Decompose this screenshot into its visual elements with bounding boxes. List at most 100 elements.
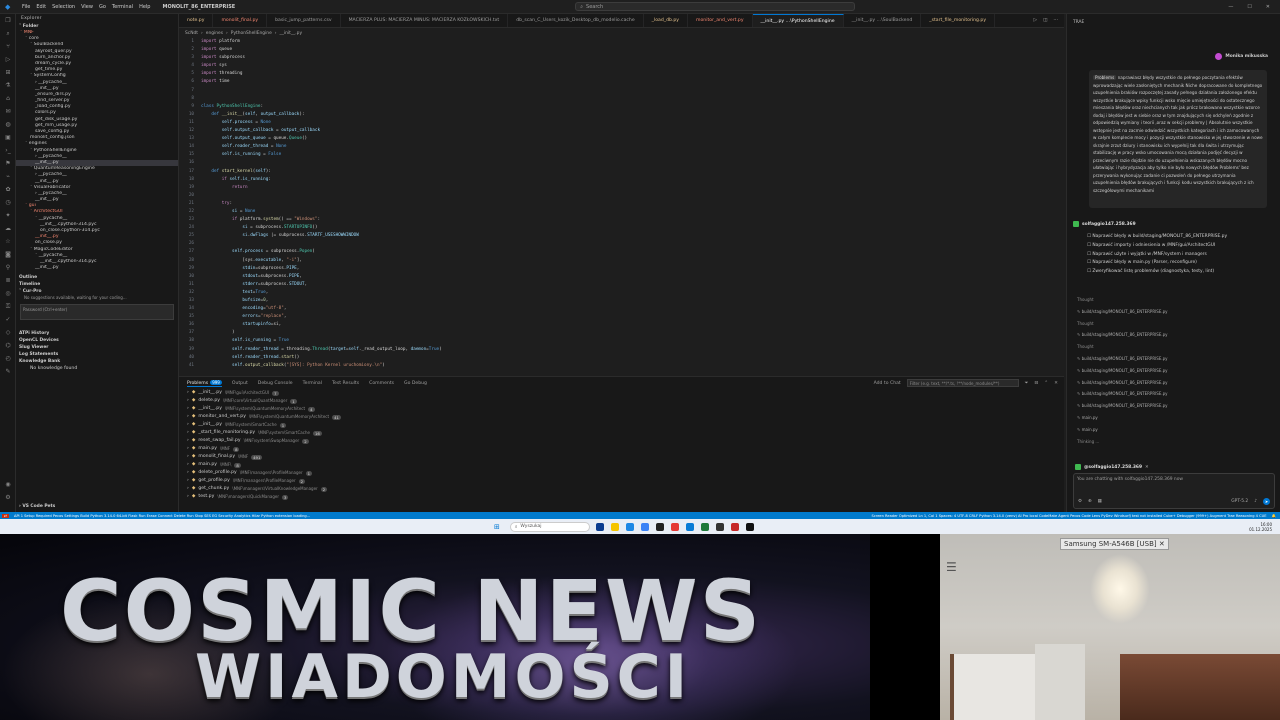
- agent-step[interactable]: Thinking …: [1073, 436, 1273, 448]
- settings-icon[interactable]: ⚙: [1078, 499, 1082, 504]
- windows-start-icon[interactable]: ⊞: [494, 523, 500, 531]
- globe-icon[interactable]: ◎: [0, 287, 16, 300]
- model-selector[interactable]: GPT-5.2: [1231, 499, 1248, 504]
- filter-icon[interactable]: ⏷: [1025, 380, 1029, 386]
- status-left[interactable]: ΔPi 1 Setup Required Pecos Settings Buil…: [14, 514, 310, 518]
- editor-tab[interactable]: db_scan_C_Users_kozik_Desktop_db_modelio…: [508, 14, 644, 27]
- menu-icon[interactable]: ☰: [946, 560, 957, 574]
- notifications-icon[interactable]: 🔔: [1272, 514, 1276, 518]
- check-icon[interactable]: ✓: [0, 313, 16, 326]
- code-editor[interactable]: 1 import platform 2 import queue 3 import sub…: [179, 38, 1064, 372]
- editor-tab[interactable]: _start_file_monitoring.py: [921, 14, 996, 27]
- remove-mention-icon[interactable]: ✕: [1145, 465, 1149, 470]
- recorder-icon[interactable]: [730, 522, 739, 531]
- breadcrumb-item[interactable]: ScNdt: [185, 31, 198, 36]
- agent-step[interactable]: ✎ build/staging/MONOLIT_86_ENTERPRISE.py: [1073, 365, 1273, 377]
- breadcrumb-item[interactable]: engines: [206, 31, 223, 36]
- problems-row[interactable]: › ◆ monolit_final.py \MNF 491: [179, 453, 1064, 461]
- folder-section-header[interactable]: ˅ Folder: [16, 23, 178, 30]
- agent-step[interactable]: ✎ build/staging/MONOLIT_86_ENTERPRISE.py: [1073, 388, 1273, 400]
- search-view-icon[interactable]: ⌕: [0, 27, 16, 40]
- problems-row[interactable]: › ◆ __init__.py \MNF\gui\ArchitectGUI 7: [179, 389, 1064, 397]
- agent-step[interactable]: ✎ build/staging/MONOLIT_86_ENTERPRISE.py: [1073, 306, 1273, 318]
- excel-icon[interactable]: [700, 522, 709, 531]
- agent-step[interactable]: ✎ build/staging/MONOLIT_86_ENTERPRISE.py: [1073, 400, 1273, 412]
- section-item[interactable]: Log Statements: [16, 351, 178, 358]
- problems-row[interactable]: › ◆ __init__.py \MNF\system\QuantumMemoryAr…: [179, 405, 1064, 413]
- vscode-app-icon[interactable]: [685, 522, 694, 531]
- docker-icon[interactable]: ▣: [0, 131, 16, 144]
- panel-tab-comments[interactable]: Comments: [369, 381, 394, 386]
- close-icon[interactable]: ✕: [1266, 4, 1270, 10]
- section-item[interactable]: ATPi History: [16, 330, 178, 337]
- editor-tab[interactable]: _load_db.py: [644, 14, 688, 27]
- agent-step[interactable]: Thought: [1073, 341, 1273, 353]
- camera-close-icon[interactable]: ✕: [1159, 540, 1165, 548]
- panel-tab-go-debug[interactable]: Go Debug: [404, 381, 427, 386]
- agent-step[interactable]: ✎ main.py: [1073, 412, 1273, 424]
- panel-tab-problems[interactable]: Problems 999: [187, 379, 222, 387]
- problems-row[interactable]: › ◆ get_chunk.py \MNF\managers\VirtualKnowl…: [179, 485, 1064, 493]
- chat-icon[interactable]: ✉: [0, 105, 16, 118]
- layers-icon[interactable]: ≣: [0, 274, 16, 287]
- problems-row[interactable]: › ◆ test.py \MNF\managers\QuickManager 3: [179, 493, 1064, 501]
- puzzle-icon[interactable]: ✦: [0, 209, 16, 222]
- menu-item-go[interactable]: Go: [99, 4, 106, 10]
- bookmark-icon[interactable]: ⚑: [0, 157, 16, 170]
- plug-icon[interactable]: ⌬: [0, 339, 16, 352]
- add-to-chat-button[interactable]: Add to Chat: [874, 381, 901, 386]
- minimize-icon[interactable]: —: [1228, 4, 1233, 10]
- attach-icon[interactable]: ⊕: [1088, 499, 1092, 504]
- editor-tab[interactable]: basic_jump_patterns.csv: [267, 14, 341, 27]
- message-context-pill[interactable]: Problems: [1093, 75, 1117, 80]
- menu-item-view[interactable]: View: [81, 4, 93, 10]
- problems-row[interactable]: › ◆ main.py \MNF\ 8: [179, 461, 1064, 469]
- brave-icon[interactable]: [670, 522, 679, 531]
- problems-row[interactable]: › ◆ main.py \MNF 8: [179, 445, 1064, 453]
- taskbar-clock[interactable]: 16:00 01.12.2025: [1249, 522, 1272, 532]
- copilot-input[interactable]: Password (Ctrl+enter): [20, 304, 174, 321]
- editor-tab[interactable]: __init__.py …\PythonShellEngine: [752, 14, 844, 27]
- robot-icon[interactable]: ◙: [0, 248, 16, 261]
- terminal-icon[interactable]: ›_: [0, 144, 16, 157]
- run-icon[interactable]: ▷: [1034, 18, 1038, 23]
- maximize-icon[interactable]: ☐: [1247, 4, 1251, 10]
- run-debug-icon[interactable]: ▷: [0, 53, 16, 66]
- vs-code-pets-section[interactable]: › VS Code Pets: [16, 503, 55, 510]
- menu-item-selection[interactable]: Selection: [52, 4, 75, 10]
- panel-tab-test-results[interactable]: Test Results: [332, 381, 359, 386]
- more-icon[interactable]: ⋯: [1053, 18, 1058, 23]
- collapse-icon[interactable]: ⊟: [1034, 381, 1038, 386]
- section-item[interactable]: Knowledge Bank: [16, 358, 178, 365]
- graph-icon[interactable]: ⌁: [0, 170, 16, 183]
- obs-icon[interactable]: [715, 522, 724, 531]
- problems-row[interactable]: › ◆ _start_file_monitoring.py \MNF\system\S…: [179, 429, 1064, 437]
- terminal-app-icon[interactable]: [655, 522, 664, 531]
- store-icon[interactable]: [640, 522, 649, 531]
- split-icon[interactable]: ◫: [1043, 18, 1047, 23]
- problems-row[interactable]: › ◆ reset_swap_fail.py \MNF\system\SwapMana…: [179, 437, 1064, 445]
- star-icon[interactable]: ☆: [0, 235, 16, 248]
- editor-tab[interactable]: MACIERZA PLUS: MACIERZA MINUS: MACIERZA …: [341, 14, 509, 27]
- extensions-icon[interactable]: ⊞: [0, 66, 16, 79]
- flask-icon[interactable]: ⚲: [0, 261, 16, 274]
- workspace-title[interactable]: MONOLIT_86_ENTERPRISE: [162, 4, 235, 10]
- menu-item-file[interactable]: File: [22, 4, 30, 10]
- timeline-icon[interactable]: ◷: [0, 196, 16, 209]
- menu-item-help[interactable]: Help: [139, 4, 150, 10]
- agent-step[interactable]: Thought: [1073, 318, 1273, 330]
- agent-step[interactable]: ✎ main.py: [1073, 424, 1273, 436]
- agent-step[interactable]: ✎ build/staging/MONOLIT_86_ENTERPRISE.py: [1073, 353, 1273, 365]
- agent-step[interactable]: Thought: [1073, 294, 1273, 306]
- problems-filter-input[interactable]: Filter (e.g. text, **/*.ts, !**/node_mod…: [906, 379, 1019, 387]
- panel-tab-output[interactable]: Output: [232, 381, 248, 386]
- remote-icon[interactable]: ⌂: [0, 92, 16, 105]
- database-icon[interactable]: ◍: [0, 118, 16, 131]
- tree-item[interactable]: __init__.py: [16, 265, 178, 271]
- file-explorer-icon[interactable]: [610, 522, 619, 531]
- panel-tab-terminal[interactable]: Terminal: [303, 381, 322, 386]
- app-icon[interactable]: [745, 522, 754, 531]
- breadcrumb-item[interactable]: PythonShellEngine: [231, 31, 272, 36]
- section-outline[interactable]: Outline: [16, 274, 178, 281]
- copilot-section-header[interactable]: ˅ Cur-Pro: [16, 288, 178, 295]
